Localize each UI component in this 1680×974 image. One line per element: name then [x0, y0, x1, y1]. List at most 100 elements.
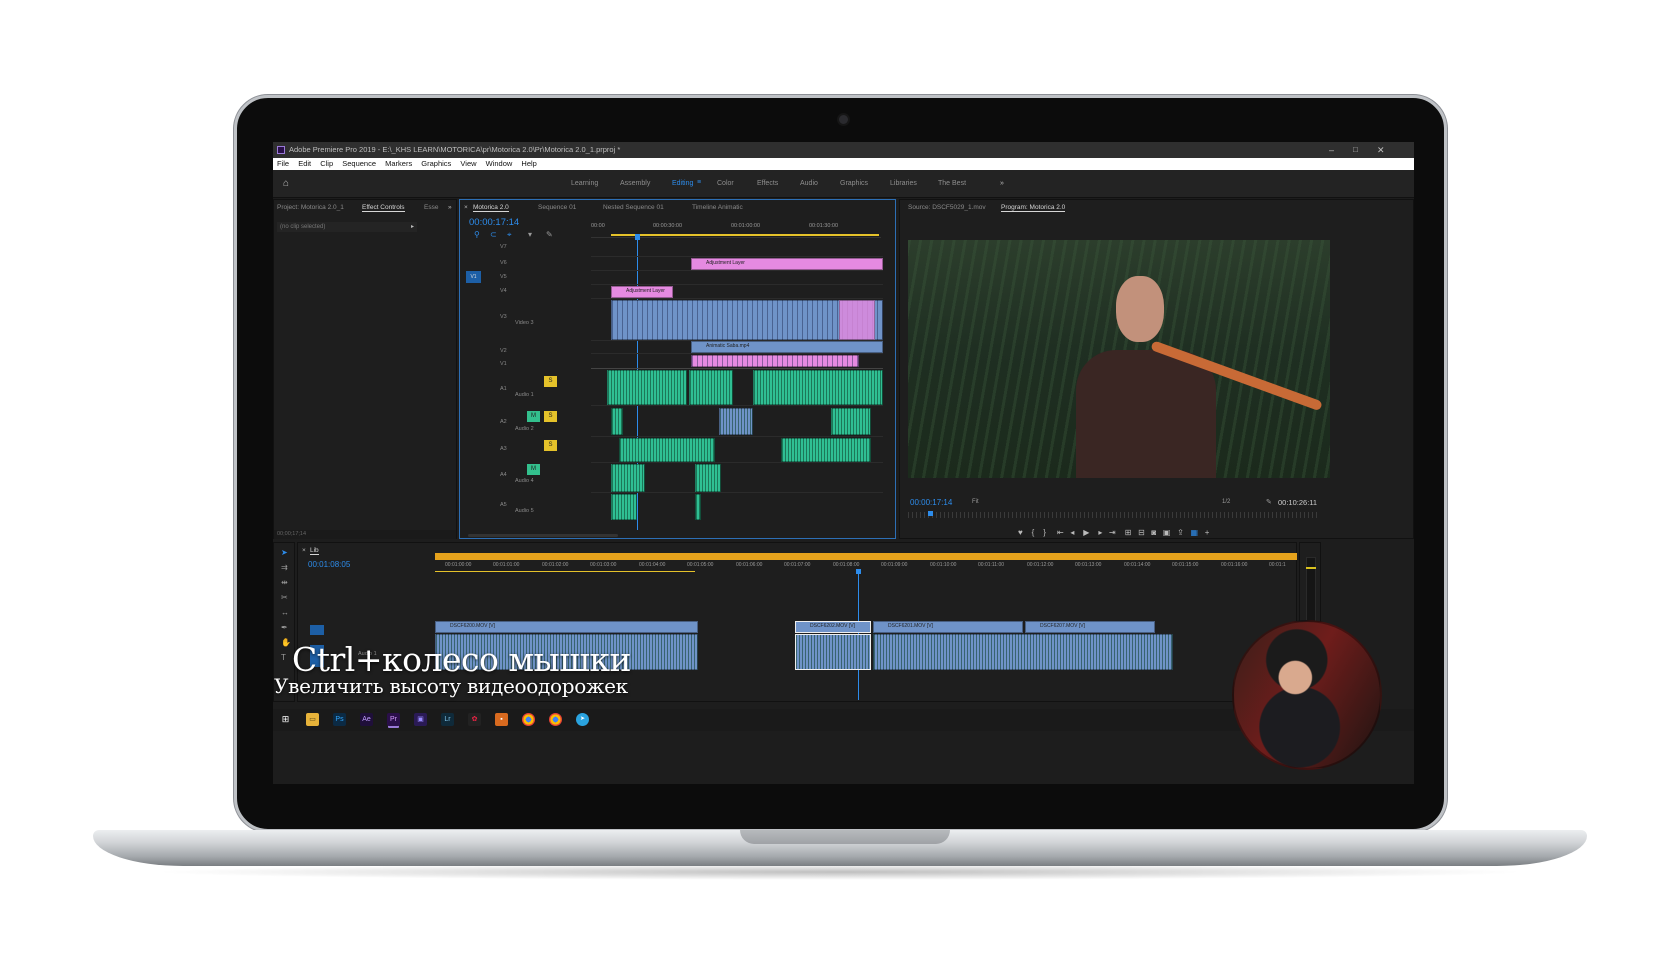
workspace-color[interactable]: Color [717, 180, 734, 187]
program-scrubber[interactable] [908, 512, 1318, 518]
menu-file[interactable]: File [277, 159, 289, 168]
clip-adjustment-layer[interactable]: Adjustment Layer [691, 258, 883, 270]
clip-dscf6200[interactable]: DSCF6200.MOV [V] [435, 621, 698, 633]
bottom-ruler[interactable]: 00:01:00:00 00:01:01:00 00:01:02:00 00:0… [435, 562, 1297, 572]
program-timecode[interactable]: 00:00:17:14 [910, 498, 952, 507]
menu-clip[interactable]: Clip [320, 159, 333, 168]
marker-icon[interactable]: ▾ [528, 231, 532, 239]
program-video-frame[interactable] [908, 240, 1330, 478]
ripple-edit-tool-icon[interactable]: ⇹ [281, 579, 288, 587]
file-explorer-icon[interactable]: ▭ [306, 713, 319, 726]
workspace-learning[interactable]: Learning [571, 180, 598, 187]
razor-tool-icon[interactable]: ✂ [281, 594, 288, 602]
add-marker-icon[interactable]: ⌖ [507, 231, 512, 239]
workspace-effects[interactable]: Effects [757, 180, 778, 187]
linked-selection-icon[interactable]: ⊂ [490, 231, 497, 239]
clip-audio-3[interactable] [619, 438, 715, 462]
tab-essential[interactable]: Esse [424, 204, 438, 211]
clip-animatic[interactable]: Animatic Saba.mp4 [691, 341, 883, 353]
close-tab-icon[interactable]: × [302, 547, 306, 554]
clip-adjustment-layer[interactable]: Adjustment Layer [611, 286, 673, 298]
more-workspaces-icon[interactable]: » [1000, 180, 1004, 187]
clip-dscf6201[interactable]: DSCF6201.MOV [V] [873, 621, 1023, 633]
go-to-out-icon[interactable]: ⇥ [1109, 528, 1116, 537]
menu-window[interactable]: Window [486, 159, 513, 168]
add-marker-icon[interactable]: ♥ [1018, 528, 1023, 537]
clip-dscf6202-audio[interactable] [795, 634, 871, 670]
horizontal-zoom-scrollbar[interactable] [468, 534, 618, 537]
tab-source[interactable]: Source: DSCF5029_1.mov [908, 204, 986, 211]
go-to-in-icon[interactable]: ⇤ [1057, 528, 1064, 537]
clip-audio-1[interactable] [607, 370, 687, 405]
after-effects-icon[interactable]: Ae [360, 713, 373, 726]
workspace-menu-icon[interactable]: ≡ [697, 179, 701, 186]
tab-nested-sequence[interactable]: Nested Sequence 01 [603, 204, 664, 211]
workspace-audio[interactable]: Audio [800, 180, 818, 187]
clip-audio-1[interactable] [689, 370, 733, 405]
premiere-icon[interactable]: Pr [387, 713, 400, 726]
vr-video-icon[interactable]: ▦ [1190, 528, 1198, 537]
tab-motorica[interactable]: Motorica 2.0 [473, 204, 509, 212]
solo-button-a3[interactable]: S [544, 440, 557, 451]
resolution-select[interactable]: 1/2 [1222, 499, 1230, 505]
insert-icon[interactable]: ⊞ [1125, 528, 1132, 537]
media-encoder-icon[interactable]: ▣ [414, 713, 427, 726]
clip-v1-sequence[interactable] [691, 355, 859, 367]
track-lanes[interactable]: Adjustment Layer Adjustment Layer Animat… [591, 240, 883, 532]
tab-program[interactable]: Program: Motorica 2.0 [1001, 204, 1066, 212]
chrome-icon[interactable] [549, 713, 562, 726]
clip-audio-4[interactable] [695, 464, 721, 492]
step-forward-icon[interactable]: ▸ [1098, 528, 1102, 537]
tab-timeline-animatic[interactable]: Timeline Animatic [692, 204, 743, 211]
photoshop-icon[interactable]: Ps [333, 713, 346, 726]
clip-dscf6207[interactable]: DSCF6207.MOV [V] [1025, 621, 1155, 633]
tab-effect-controls[interactable]: Effect Controls [362, 204, 405, 212]
tab-sequence-01[interactable]: Sequence 01 [538, 204, 576, 211]
overwrite-icon[interactable]: ⊟ [1138, 528, 1145, 537]
workspace-the-best[interactable]: The Best [938, 180, 966, 187]
program-playhead[interactable] [928, 511, 933, 516]
lightroom-icon[interactable]: Lr [441, 713, 454, 726]
settings-wrench-icon[interactable]: ✎ [1266, 499, 1272, 507]
play-only-icon[interactable]: ▸ [411, 223, 414, 230]
clip-audio-3[interactable] [781, 438, 871, 462]
mark-in-icon[interactable]: { [1032, 528, 1035, 537]
workspace-editing[interactable]: Editing [672, 180, 693, 187]
hand-tool-icon[interactable]: ✋ [281, 639, 291, 647]
davinci-resolve-icon[interactable]: ✿ [468, 713, 481, 726]
pen-tool-icon[interactable]: ✒ [281, 624, 288, 632]
export-frame-icon[interactable]: ◙ [1151, 528, 1156, 537]
work-area-bar[interactable] [435, 553, 1297, 560]
app-orange-icon[interactable]: ▪ [495, 713, 508, 726]
menu-help[interactable]: Help [521, 159, 536, 168]
menu-sequence[interactable]: Sequence [342, 159, 376, 168]
workspace-assembly[interactable]: Assembly [620, 180, 650, 187]
fit-select[interactable]: Fit [972, 499, 979, 505]
clip-audio-2[interactable] [719, 408, 753, 435]
clip-audio-2[interactable] [611, 408, 623, 435]
maximize-icon[interactable]: □ [1353, 142, 1358, 158]
clip-audio-4[interactable] [611, 464, 645, 492]
close-tab-icon[interactable]: × [464, 204, 468, 211]
snap-icon[interactable]: ⚲ [474, 231, 480, 239]
windows-start-icon[interactable]: ⊞ [279, 713, 292, 726]
menu-graphics[interactable]: Graphics [421, 159, 451, 168]
menu-edit[interactable]: Edit [298, 159, 311, 168]
clip-audio-1[interactable] [753, 370, 883, 405]
tab-lib[interactable]: Lib [310, 547, 319, 555]
work-area-bar[interactable] [611, 234, 879, 236]
close-icon[interactable]: ✕ [1377, 142, 1385, 158]
sequence-timecode[interactable]: 00:00:17:14 [469, 217, 519, 228]
chrome-icon[interactable] [522, 713, 535, 726]
clip-audio-5[interactable] [611, 494, 637, 520]
telegram-icon[interactable]: ➤ [576, 713, 589, 726]
step-back-icon[interactable]: ◂ [1070, 528, 1074, 537]
clip-audio-continuation[interactable] [873, 634, 1173, 670]
mute-button-a4[interactable]: M [527, 464, 540, 475]
mark-out-icon[interactable]: } [1043, 528, 1046, 537]
comparison-view-icon[interactable]: ▣ [1163, 528, 1171, 537]
home-icon[interactable]: ⌂ [283, 179, 289, 189]
share-icon[interactable]: ⇪ [1177, 528, 1184, 537]
clip-audio-2[interactable] [831, 408, 871, 435]
track-select-tool-icon[interactable]: ⇉ [281, 564, 288, 572]
